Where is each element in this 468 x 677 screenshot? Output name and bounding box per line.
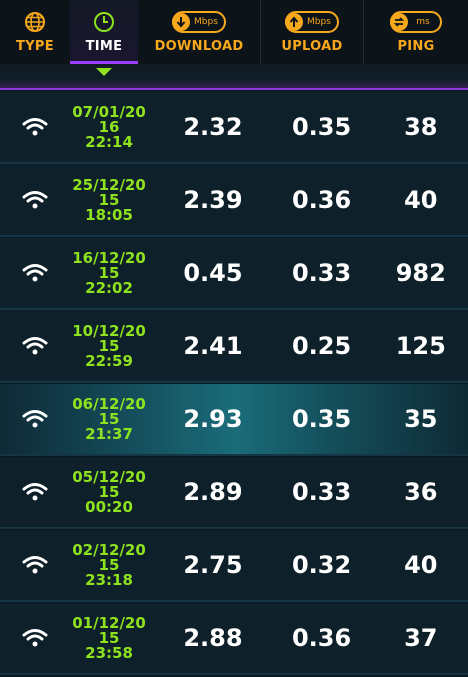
result-row[interactable]: 10/12/20 15 22:59 2.41 0.25 125 [0, 311, 468, 383]
wifi-icon [16, 190, 54, 210]
ping-pill: ms [390, 11, 442, 33]
upload-unit: Mbps [307, 17, 331, 27]
result-download: 2.93 [183, 405, 243, 433]
result-ping: 38 [404, 113, 438, 141]
ping-icon [390, 13, 409, 31]
result-clock: 21:37 [85, 424, 133, 443]
wifi-icon [16, 336, 54, 356]
result-ping: 40 [404, 186, 438, 214]
wifi-icon [16, 628, 54, 648]
column-type[interactable]: TYPE [0, 0, 70, 64]
result-upload: 0.33 [291, 478, 352, 506]
sort-descending-icon[interactable] [96, 68, 112, 76]
result-clock: 22:59 [85, 351, 133, 370]
result-upload: 0.33 [291, 259, 352, 287]
result-clock: 00:20 [85, 497, 133, 516]
result-clock: 22:14 [85, 132, 133, 151]
column-time[interactable]: TIME [70, 0, 138, 64]
result-time: 16/12/20 15 22:02 [62, 250, 156, 297]
column-header-bar: TYPE TIME Mbps DOWNLOAD Mbps UPLOAD ms P… [0, 0, 468, 64]
column-ping[interactable]: ms PING [364, 0, 468, 64]
result-ping: 125 [395, 332, 446, 360]
result-row[interactable]: 01/12/20 15 23:58 2.88 0.36 37 [0, 603, 468, 675]
ping-unit: ms [416, 17, 430, 27]
clock-icon [93, 11, 115, 33]
result-time: 05/12/20 15 00:20 [62, 469, 156, 516]
result-row[interactable]: 16/12/20 15 22:02 0.45 0.33 982 [0, 238, 468, 310]
result-upload: 0.36 [291, 624, 352, 652]
result-download: 2.32 [183, 113, 243, 141]
result-time: 10/12/20 15 22:59 [62, 323, 156, 370]
result-ping: 36 [404, 478, 438, 506]
column-time-label: TIME [85, 39, 123, 54]
wifi-icon [16, 482, 54, 502]
arrow-up-icon [285, 13, 304, 31]
result-ping: 40 [404, 551, 438, 579]
result-upload: 0.25 [291, 332, 352, 360]
result-clock: 22:02 [85, 278, 133, 297]
result-upload: 0.35 [291, 113, 352, 141]
wifi-icon [16, 117, 54, 137]
column-download[interactable]: Mbps DOWNLOAD [138, 0, 260, 64]
wifi-icon [16, 555, 54, 575]
globe-icon [24, 11, 46, 33]
result-download: 2.39 [183, 186, 243, 214]
result-time: 01/12/20 15 23:58 [62, 615, 156, 662]
sort-indicator-band [0, 64, 468, 90]
result-time: 25/12/20 15 18:05 [62, 177, 156, 224]
result-clock: 23:18 [85, 570, 133, 589]
result-upload: 0.36 [291, 186, 352, 214]
result-row[interactable]: 06/12/20 15 21:37 2.93 0.35 35 [0, 384, 468, 456]
result-row[interactable]: 25/12/20 15 18:05 2.39 0.36 40 [0, 165, 468, 237]
download-unit: Mbps [194, 17, 218, 27]
result-ping: 35 [404, 405, 438, 433]
column-type-label: TYPE [16, 39, 54, 54]
download-unit-badge: Mbps [172, 11, 226, 33]
ping-unit-badge: ms [390, 11, 442, 33]
result-download: 0.45 [183, 259, 243, 287]
upload-pill: Mbps [285, 11, 339, 33]
result-row[interactable]: 05/12/20 15 00:20 2.89 0.33 36 [0, 457, 468, 529]
column-download-label: DOWNLOAD [154, 39, 244, 54]
result-download: 2.88 [183, 624, 243, 652]
result-clock: 23:58 [85, 643, 133, 662]
wifi-icon [16, 409, 54, 429]
arrow-down-icon [172, 13, 191, 31]
result-upload: 0.35 [291, 405, 352, 433]
result-download: 2.89 [183, 478, 243, 506]
result-download: 2.75 [183, 551, 243, 579]
download-pill: Mbps [172, 11, 226, 33]
column-upload[interactable]: Mbps UPLOAD [261, 0, 363, 64]
result-time: 06/12/20 15 21:37 [62, 396, 156, 443]
result-ping: 37 [404, 624, 438, 652]
upload-unit-badge: Mbps [285, 11, 339, 33]
result-download: 2.41 [183, 332, 243, 360]
column-upload-label: UPLOAD [281, 39, 343, 54]
result-ping: 982 [395, 259, 446, 287]
result-upload: 0.32 [291, 551, 352, 579]
result-row[interactable]: 02/12/20 15 23:18 2.75 0.32 40 [0, 530, 468, 602]
result-row[interactable]: 07/01/20 16 22:14 2.32 0.35 38 [0, 92, 468, 164]
result-clock: 18:05 [85, 205, 133, 224]
result-time: 07/01/20 16 22:14 [62, 104, 156, 151]
column-ping-label: PING [397, 39, 435, 54]
result-time: 02/12/20 15 23:18 [62, 542, 156, 589]
wifi-icon [16, 263, 54, 283]
